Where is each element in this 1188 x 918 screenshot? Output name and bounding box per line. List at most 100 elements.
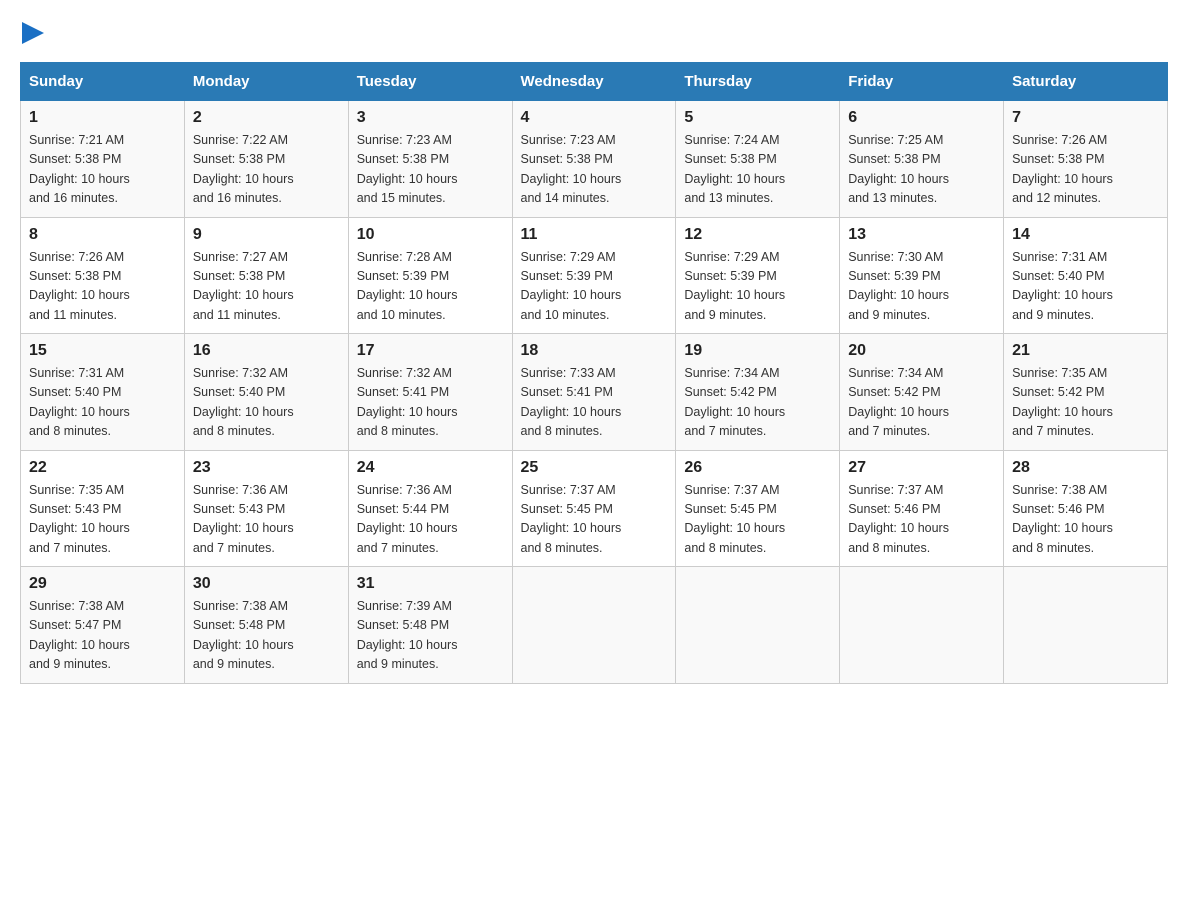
cell-info: Sunrise: 7:24 AMSunset: 5:38 PMDaylight:… [684,133,785,205]
day-number: 20 [848,342,995,360]
day-number: 22 [29,459,176,477]
cell-info: Sunrise: 7:32 AMSunset: 5:40 PMDaylight:… [193,366,294,438]
day-number: 12 [684,226,831,244]
cell-info: Sunrise: 7:33 AMSunset: 5:41 PMDaylight:… [521,366,622,438]
cell-info: Sunrise: 7:37 AMSunset: 5:45 PMDaylight:… [684,483,785,555]
calendar-cell: 4 Sunrise: 7:23 AMSunset: 5:38 PMDayligh… [512,101,676,218]
calendar-cell: 1 Sunrise: 7:21 AMSunset: 5:38 PMDayligh… [21,101,185,218]
day-number: 4 [521,109,668,127]
col-header-monday: Monday [184,63,348,101]
day-number: 15 [29,342,176,360]
calendar-cell: 15 Sunrise: 7:31 AMSunset: 5:40 PMDaylig… [21,334,185,451]
calendar-cell: 23 Sunrise: 7:36 AMSunset: 5:43 PMDaylig… [184,450,348,567]
calendar-cell: 12 Sunrise: 7:29 AMSunset: 5:39 PMDaylig… [676,217,840,334]
day-number: 6 [848,109,995,127]
cell-info: Sunrise: 7:28 AMSunset: 5:39 PMDaylight:… [357,250,458,322]
cell-info: Sunrise: 7:36 AMSunset: 5:44 PMDaylight:… [357,483,458,555]
calendar-cell: 2 Sunrise: 7:22 AMSunset: 5:38 PMDayligh… [184,101,348,218]
cell-info: Sunrise: 7:35 AMSunset: 5:43 PMDaylight:… [29,483,130,555]
page-header [20,20,1168,42]
col-header-wednesday: Wednesday [512,63,676,101]
calendar-week-row: 15 Sunrise: 7:31 AMSunset: 5:40 PMDaylig… [21,334,1168,451]
cell-info: Sunrise: 7:31 AMSunset: 5:40 PMDaylight:… [29,366,130,438]
cell-info: Sunrise: 7:26 AMSunset: 5:38 PMDaylight:… [1012,133,1113,205]
calendar-cell: 31 Sunrise: 7:39 AMSunset: 5:48 PMDaylig… [348,567,512,684]
day-number: 29 [29,575,176,593]
cell-info: Sunrise: 7:30 AMSunset: 5:39 PMDaylight:… [848,250,949,322]
cell-info: Sunrise: 7:34 AMSunset: 5:42 PMDaylight:… [848,366,949,438]
cell-info: Sunrise: 7:37 AMSunset: 5:46 PMDaylight:… [848,483,949,555]
calendar-cell: 8 Sunrise: 7:26 AMSunset: 5:38 PMDayligh… [21,217,185,334]
day-number: 17 [357,342,504,360]
day-number: 28 [1012,459,1159,477]
day-number: 8 [29,226,176,244]
cell-info: Sunrise: 7:38 AMSunset: 5:46 PMDaylight:… [1012,483,1113,555]
day-number: 25 [521,459,668,477]
calendar-cell: 22 Sunrise: 7:35 AMSunset: 5:43 PMDaylig… [21,450,185,567]
calendar-cell: 5 Sunrise: 7:24 AMSunset: 5:38 PMDayligh… [676,101,840,218]
cell-info: Sunrise: 7:29 AMSunset: 5:39 PMDaylight:… [684,250,785,322]
calendar-cell: 25 Sunrise: 7:37 AMSunset: 5:45 PMDaylig… [512,450,676,567]
logo [20,20,44,42]
cell-info: Sunrise: 7:21 AMSunset: 5:38 PMDaylight:… [29,133,130,205]
col-header-sunday: Sunday [21,63,185,101]
cell-info: Sunrise: 7:31 AMSunset: 5:40 PMDaylight:… [1012,250,1113,322]
calendar-cell: 29 Sunrise: 7:38 AMSunset: 5:47 PMDaylig… [21,567,185,684]
cell-info: Sunrise: 7:37 AMSunset: 5:45 PMDaylight:… [521,483,622,555]
col-header-tuesday: Tuesday [348,63,512,101]
col-header-friday: Friday [840,63,1004,101]
calendar-cell: 28 Sunrise: 7:38 AMSunset: 5:46 PMDaylig… [1004,450,1168,567]
calendar-week-row: 8 Sunrise: 7:26 AMSunset: 5:38 PMDayligh… [21,217,1168,334]
calendar-cell: 10 Sunrise: 7:28 AMSunset: 5:39 PMDaylig… [348,217,512,334]
cell-info: Sunrise: 7:35 AMSunset: 5:42 PMDaylight:… [1012,366,1113,438]
day-number: 27 [848,459,995,477]
day-number: 2 [193,109,340,127]
cell-info: Sunrise: 7:38 AMSunset: 5:47 PMDaylight:… [29,599,130,671]
cell-info: Sunrise: 7:34 AMSunset: 5:42 PMDaylight:… [684,366,785,438]
cell-info: Sunrise: 7:36 AMSunset: 5:43 PMDaylight:… [193,483,294,555]
calendar-cell: 16 Sunrise: 7:32 AMSunset: 5:40 PMDaylig… [184,334,348,451]
cell-info: Sunrise: 7:22 AMSunset: 5:38 PMDaylight:… [193,133,294,205]
calendar-cell: 7 Sunrise: 7:26 AMSunset: 5:38 PMDayligh… [1004,101,1168,218]
calendar-header-row: SundayMondayTuesdayWednesdayThursdayFrid… [21,63,1168,101]
calendar-cell: 19 Sunrise: 7:34 AMSunset: 5:42 PMDaylig… [676,334,840,451]
cell-info: Sunrise: 7:25 AMSunset: 5:38 PMDaylight:… [848,133,949,205]
calendar-week-row: 29 Sunrise: 7:38 AMSunset: 5:47 PMDaylig… [21,567,1168,684]
calendar-cell: 24 Sunrise: 7:36 AMSunset: 5:44 PMDaylig… [348,450,512,567]
col-header-thursday: Thursday [676,63,840,101]
cell-info: Sunrise: 7:32 AMSunset: 5:41 PMDaylight:… [357,366,458,438]
day-number: 3 [357,109,504,127]
cell-info: Sunrise: 7:26 AMSunset: 5:38 PMDaylight:… [29,250,130,322]
calendar-cell: 26 Sunrise: 7:37 AMSunset: 5:45 PMDaylig… [676,450,840,567]
day-number: 18 [521,342,668,360]
calendar-cell: 27 Sunrise: 7:37 AMSunset: 5:46 PMDaylig… [840,450,1004,567]
calendar-cell [676,567,840,684]
calendar-cell: 6 Sunrise: 7:25 AMSunset: 5:38 PMDayligh… [840,101,1004,218]
day-number: 1 [29,109,176,127]
calendar-cell: 20 Sunrise: 7:34 AMSunset: 5:42 PMDaylig… [840,334,1004,451]
day-number: 26 [684,459,831,477]
day-number: 5 [684,109,831,127]
calendar-cell: 13 Sunrise: 7:30 AMSunset: 5:39 PMDaylig… [840,217,1004,334]
calendar-cell: 18 Sunrise: 7:33 AMSunset: 5:41 PMDaylig… [512,334,676,451]
col-header-saturday: Saturday [1004,63,1168,101]
calendar-week-row: 22 Sunrise: 7:35 AMSunset: 5:43 PMDaylig… [21,450,1168,567]
day-number: 21 [1012,342,1159,360]
cell-info: Sunrise: 7:27 AMSunset: 5:38 PMDaylight:… [193,250,294,322]
logo-triangle-icon [22,22,44,44]
day-number: 7 [1012,109,1159,127]
cell-info: Sunrise: 7:23 AMSunset: 5:38 PMDaylight:… [357,133,458,205]
calendar-cell: 17 Sunrise: 7:32 AMSunset: 5:41 PMDaylig… [348,334,512,451]
day-number: 31 [357,575,504,593]
calendar-cell: 21 Sunrise: 7:35 AMSunset: 5:42 PMDaylig… [1004,334,1168,451]
day-number: 10 [357,226,504,244]
calendar-cell: 14 Sunrise: 7:31 AMSunset: 5:40 PMDaylig… [1004,217,1168,334]
day-number: 23 [193,459,340,477]
calendar-cell: 30 Sunrise: 7:38 AMSunset: 5:48 PMDaylig… [184,567,348,684]
calendar-cell: 9 Sunrise: 7:27 AMSunset: 5:38 PMDayligh… [184,217,348,334]
cell-info: Sunrise: 7:39 AMSunset: 5:48 PMDaylight:… [357,599,458,671]
day-number: 14 [1012,226,1159,244]
calendar-cell [512,567,676,684]
calendar-week-row: 1 Sunrise: 7:21 AMSunset: 5:38 PMDayligh… [21,101,1168,218]
day-number: 16 [193,342,340,360]
